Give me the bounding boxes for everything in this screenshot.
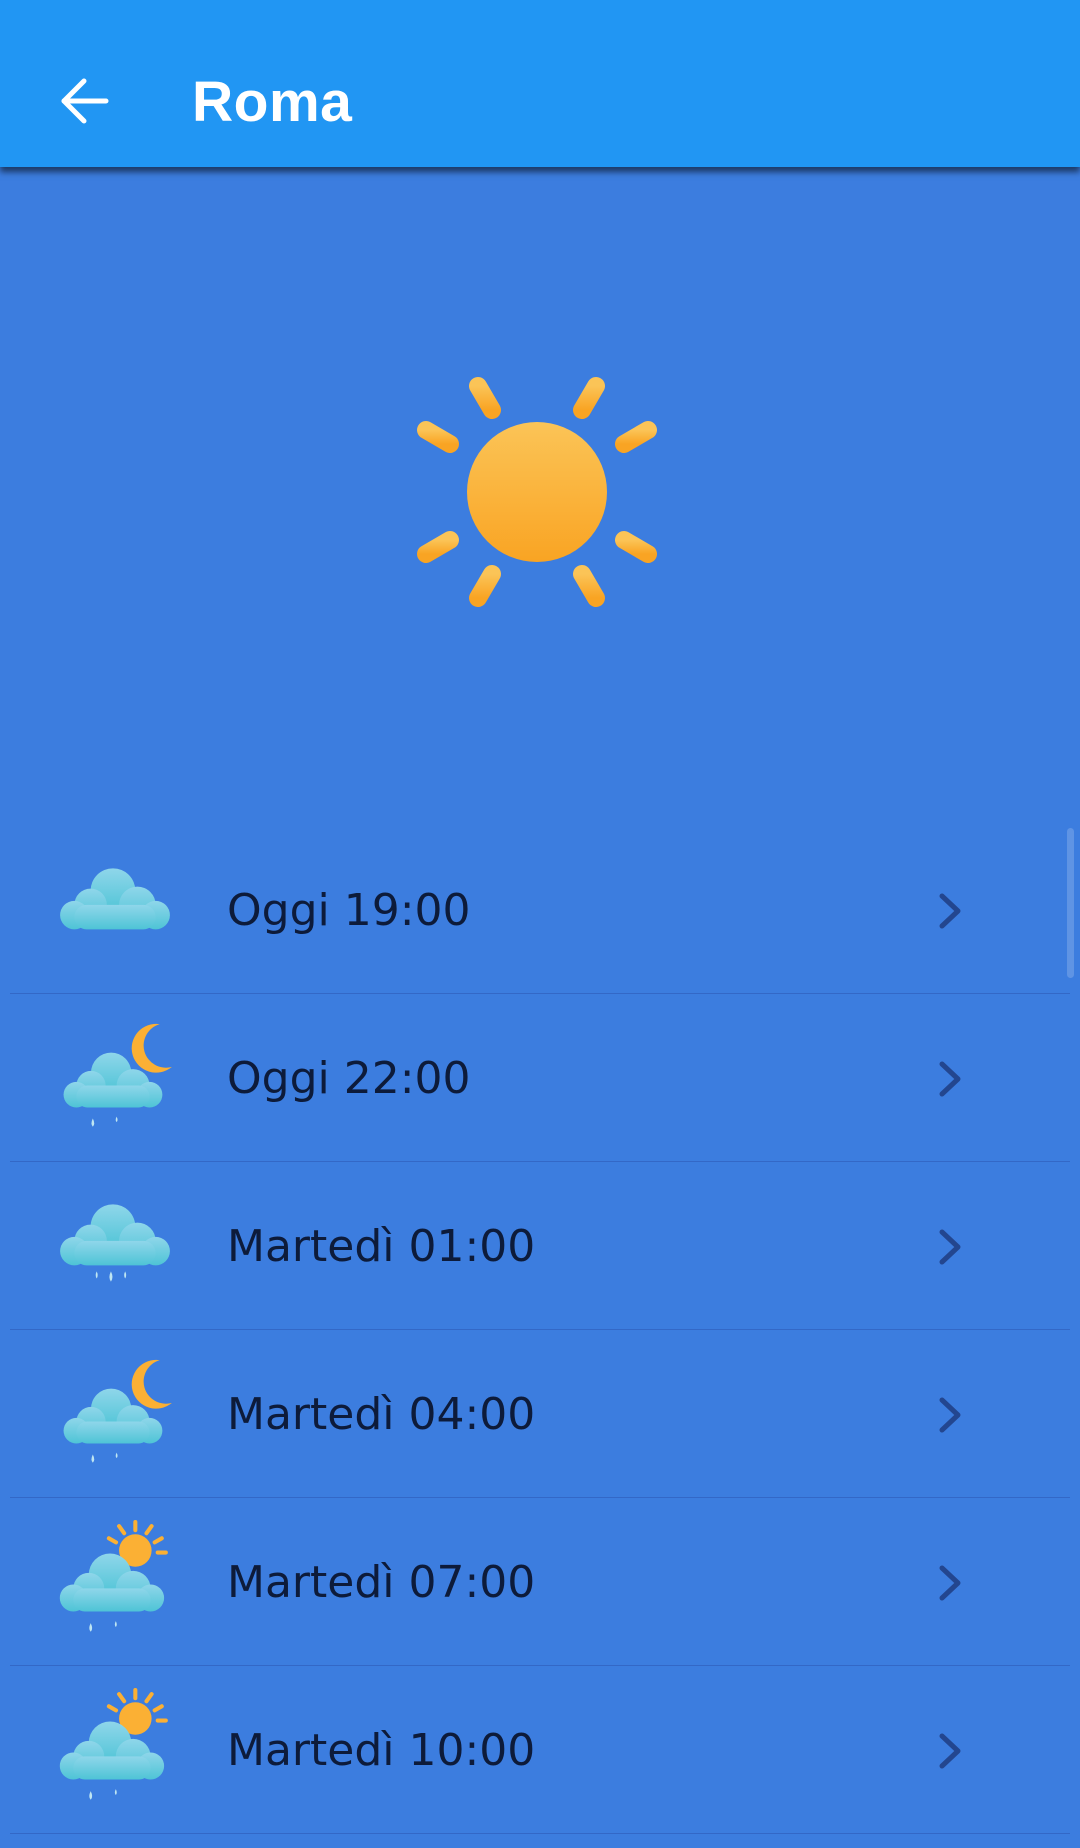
sun-icon <box>403 363 671 621</box>
forecast-list: Oggi 19:00 Oggi 22:00 Martedì 01:00 Mart… <box>0 826 1080 1834</box>
sun-rain-icon <box>54 1520 176 1642</box>
forecast-time: Martedì 07:00 <box>227 1557 536 1608</box>
rain-icon <box>54 1184 176 1282</box>
back-button[interactable] <box>44 58 124 144</box>
forecast-time: Martedì 01:00 <box>227 1221 536 1272</box>
divider <box>10 1833 1070 1834</box>
forecast-row[interactable]: Martedì 01:00 <box>0 1162 1080 1330</box>
night-rain-icon <box>54 1352 176 1474</box>
forecast-row[interactable]: Martedì 07:00 <box>0 1498 1080 1666</box>
forecast-row[interactable]: Oggi 19:00 <box>0 826 1080 994</box>
arrow-left-icon <box>61 78 109 124</box>
app-bar: Roma <box>0 0 1080 167</box>
forecast-row[interactable]: Martedì 10:00 <box>0 1666 1080 1834</box>
page-title: Roma <box>192 70 353 134</box>
night-rain-icon <box>54 1016 176 1138</box>
chevron-right-icon <box>939 1229 961 1265</box>
cloud-icon <box>54 848 176 970</box>
forecast-time: Martedì 04:00 <box>227 1389 536 1440</box>
forecast-time: Oggi 19:00 <box>227 885 471 936</box>
chevron-right-icon <box>939 1733 961 1769</box>
current-weather-icon <box>400 362 675 622</box>
chevron-right-icon <box>939 1397 961 1433</box>
forecast-time: Oggi 22:00 <box>227 1053 471 1104</box>
chevron-right-icon <box>939 893 961 929</box>
chevron-right-icon <box>939 1565 961 1601</box>
chevron-right-icon <box>939 1061 961 1097</box>
forecast-row[interactable]: Martedì 04:00 <box>0 1330 1080 1498</box>
forecast-row[interactable]: Oggi 22:00 <box>0 994 1080 1162</box>
sun-rain-icon <box>54 1688 176 1810</box>
forecast-time: Martedì 10:00 <box>227 1725 536 1776</box>
